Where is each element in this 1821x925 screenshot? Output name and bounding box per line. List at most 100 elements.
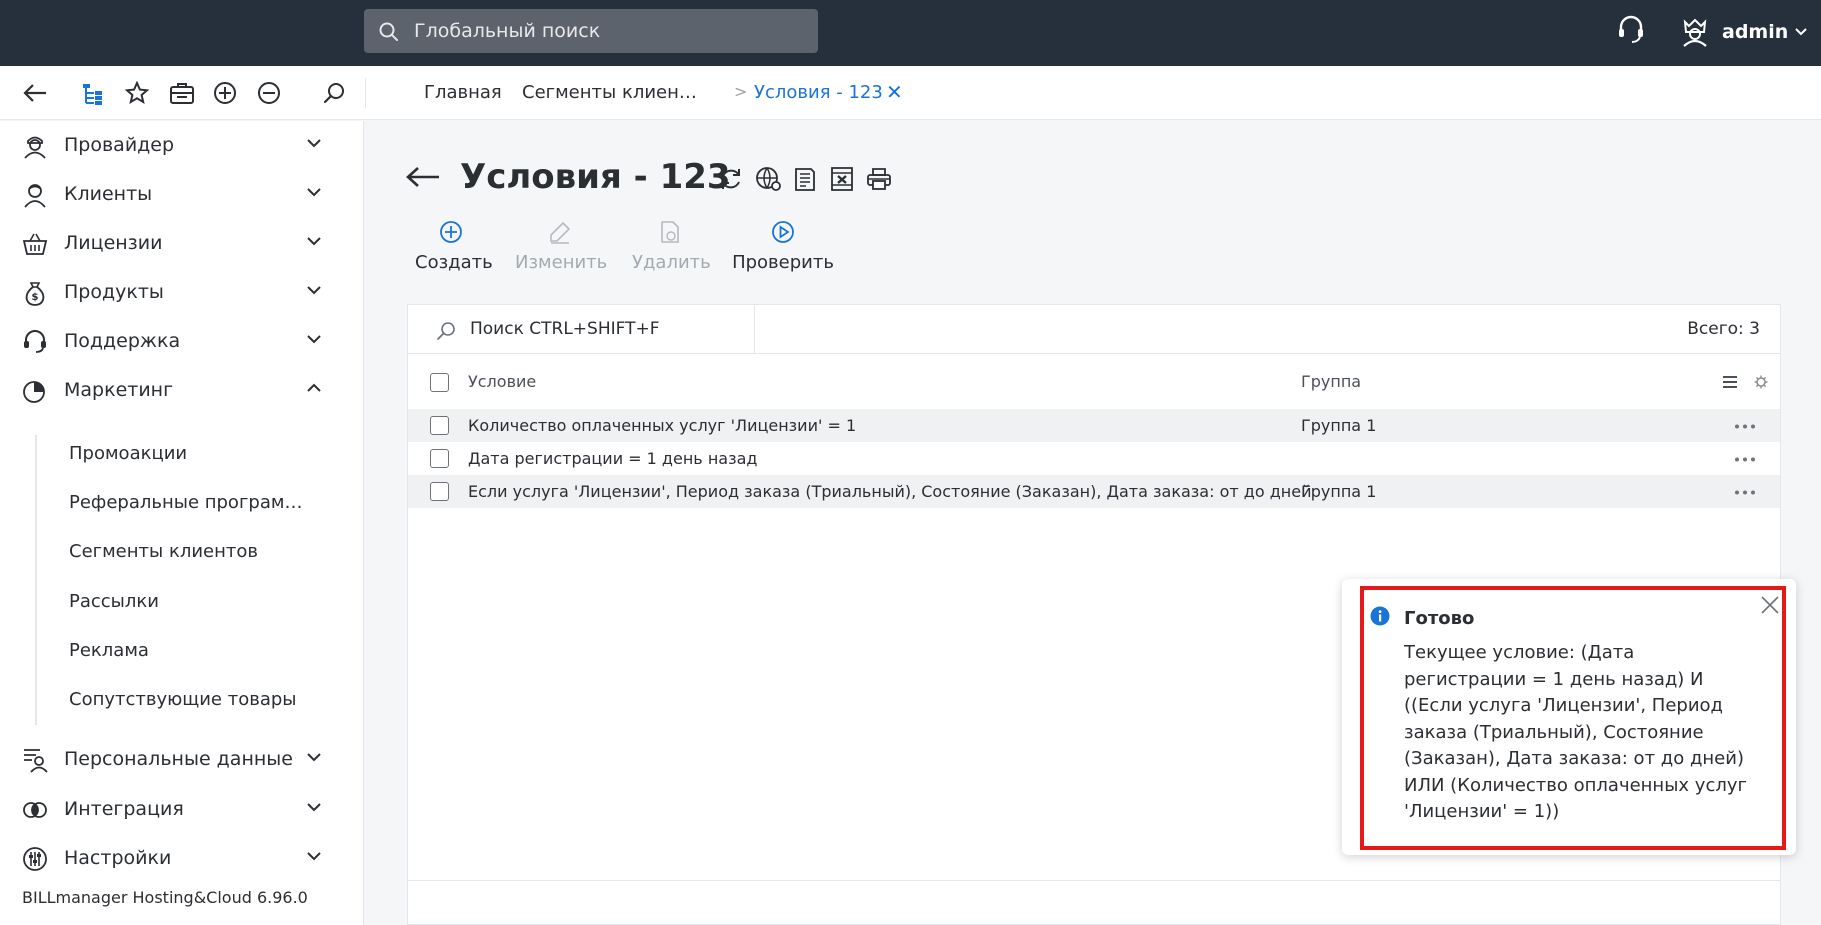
sidebar-subitem-mailings[interactable]: Рассылки <box>69 591 159 612</box>
row-condition: Дата регистрации = 1 день назад <box>468 449 758 468</box>
row-actions-icon[interactable] <box>1734 490 1756 495</box>
row-actions-icon[interactable] <box>1734 424 1756 429</box>
chevron-up-icon <box>306 382 322 394</box>
sidebar: Провайдер Клиенты Лицензии $ Продукты По… <box>0 121 364 925</box>
sidebar-item-label: Лицензии <box>64 232 163 254</box>
row-group: Группа 1 <box>1301 416 1377 435</box>
row-condition: Если услуга 'Лицензии', Период заказа (Т… <box>468 482 1312 501</box>
sidebar-item-support[interactable]: Поддержка <box>0 319 364 363</box>
table-row[interactable]: Количество оплаченных услуг 'Лицензии' =… <box>408 409 1780 442</box>
user-menu[interactable]: admin <box>1680 14 1808 50</box>
row-checkbox[interactable] <box>430 449 449 468</box>
chevron-down-icon <box>306 284 322 296</box>
sidebar-item-label: Интеграция <box>64 798 184 820</box>
menu-search-icon[interactable] <box>322 81 346 105</box>
create-button[interactable]: Создать <box>415 220 493 280</box>
tab-home[interactable]: Главная <box>424 82 502 103</box>
report-list-icon[interactable] <box>792 166 818 192</box>
check-button[interactable]: Проверить <box>732 220 834 280</box>
search-icon <box>436 321 456 341</box>
briefcase-icon[interactable] <box>169 81 195 105</box>
user-name: admin <box>1722 21 1789 43</box>
play-circle-icon <box>771 220 795 244</box>
delete-document-icon <box>658 220 682 244</box>
global-search[interactable] <box>364 9 818 53</box>
search-icon <box>378 21 400 43</box>
sidebar-subitem-related-products[interactable]: Сопутствующие товары <box>69 689 297 710</box>
sidebar-item-licenses[interactable]: Лицензии <box>0 221 364 265</box>
support-headset-icon[interactable] <box>1616 14 1646 46</box>
sidebar-item-label: Маркетинг <box>64 379 174 401</box>
basket-icon <box>22 231 48 257</box>
list-search-input[interactable] <box>470 317 740 341</box>
gear-icon[interactable] <box>1754 375 1768 389</box>
sidebar-item-clients[interactable]: Клиенты <box>0 172 364 216</box>
provider-icon <box>22 133 48 159</box>
edit-button[interactable]: Изменить <box>515 220 608 280</box>
chevron-down-icon <box>306 751 322 763</box>
delete-button-label: Удалить <box>632 252 711 273</box>
column-header-condition[interactable]: Условие <box>468 372 536 391</box>
export-excel-icon[interactable] <box>829 166 855 192</box>
chevron-down-icon <box>306 333 322 345</box>
sidebar-item-label: Поддержка <box>64 330 181 352</box>
edit-button-label: Изменить <box>515 252 608 273</box>
sidebar-subitem-referral-programs[interactable]: Реферальные програм… <box>69 492 302 513</box>
row-checkbox[interactable] <box>430 482 449 501</box>
select-all-checkbox[interactable] <box>430 373 449 392</box>
column-header-group[interactable]: Группа <box>1301 372 1361 391</box>
headset-icon <box>22 329 48 355</box>
tree-menu-icon[interactable] <box>80 81 106 107</box>
integration-icon <box>22 797 48 823</box>
total-count: Всего: 3 <box>1687 319 1760 339</box>
sidebar-item-integration[interactable]: Интеграция <box>0 787 364 831</box>
table-row[interactable]: Если услуга 'Лицензии', Период заказа (Т… <box>408 475 1780 508</box>
sidebar-item-label: Продукты <box>64 281 164 303</box>
sidebar-subitem-promotions[interactable]: Промоакции <box>69 443 187 464</box>
column-menu-icon[interactable] <box>1721 373 1739 391</box>
row-actions-icon[interactable] <box>1734 457 1756 462</box>
sidebar-item-personal-data[interactable]: Персональные данные <box>0 737 364 781</box>
personal-data-icon <box>22 747 48 773</box>
tab-client-segments[interactable]: Сегменты клиен… <box>522 82 697 103</box>
chevron-down-icon <box>306 235 322 247</box>
sidebar-item-marketing[interactable]: Маркетинг <box>0 368 364 412</box>
row-condition: Количество оплаченных услуг 'Лицензии' =… <box>468 416 857 435</box>
top-bar: admin <box>0 0 1821 66</box>
sidebar-subitem-advertising[interactable]: Реклама <box>69 640 149 661</box>
version-label: BILLmanager Hosting&Cloud 6.96.0 <box>22 888 308 907</box>
sidebar-subitem-client-segments[interactable]: Сегменты клиентов <box>69 541 258 562</box>
check-button-label: Проверить <box>732 252 834 273</box>
plus-circle-icon <box>439 220 463 244</box>
tab-conditions-active[interactable]: Условия - 123 <box>754 82 883 103</box>
expand-all-icon[interactable] <box>213 81 237 105</box>
print-icon[interactable] <box>866 166 892 192</box>
globe-settings-icon[interactable] <box>755 166 783 192</box>
delete-button[interactable]: Удалить <box>632 220 711 280</box>
pencil-icon <box>548 220 572 244</box>
chevron-down-icon <box>306 801 322 813</box>
list-search[interactable] <box>408 305 755 353</box>
row-checkbox[interactable] <box>430 416 449 435</box>
close-tab-icon[interactable]: ✕ <box>886 80 903 104</box>
sidebar-item-provider[interactable]: Провайдер <box>0 123 364 167</box>
chevron-down-icon <box>306 186 322 198</box>
back-icon[interactable] <box>22 81 48 105</box>
table-row[interactable]: Дата регистрации = 1 день назад <box>408 442 1780 475</box>
sidebar-item-products[interactable]: $ Продукты <box>0 270 364 314</box>
global-search-input[interactable] <box>414 19 804 43</box>
create-button-label: Создать <box>415 252 493 273</box>
page-title: Условия - 123 <box>460 157 731 197</box>
sidebar-item-settings[interactable]: Настройки <box>0 836 364 880</box>
money-bag-icon: $ <box>22 280 48 306</box>
star-icon[interactable] <box>125 81 149 105</box>
svg-text:$: $ <box>32 292 39 303</box>
user-avatar-icon <box>1680 16 1710 48</box>
page-back-arrow-icon[interactable] <box>405 164 441 190</box>
pie-chart-icon <box>22 378 48 404</box>
collapse-all-icon[interactable] <box>257 81 281 105</box>
chevron-down-icon <box>306 137 322 149</box>
sidebar-item-label: Настройки <box>64 847 172 869</box>
refresh-icon[interactable] <box>718 166 744 192</box>
clients-icon <box>22 182 48 208</box>
